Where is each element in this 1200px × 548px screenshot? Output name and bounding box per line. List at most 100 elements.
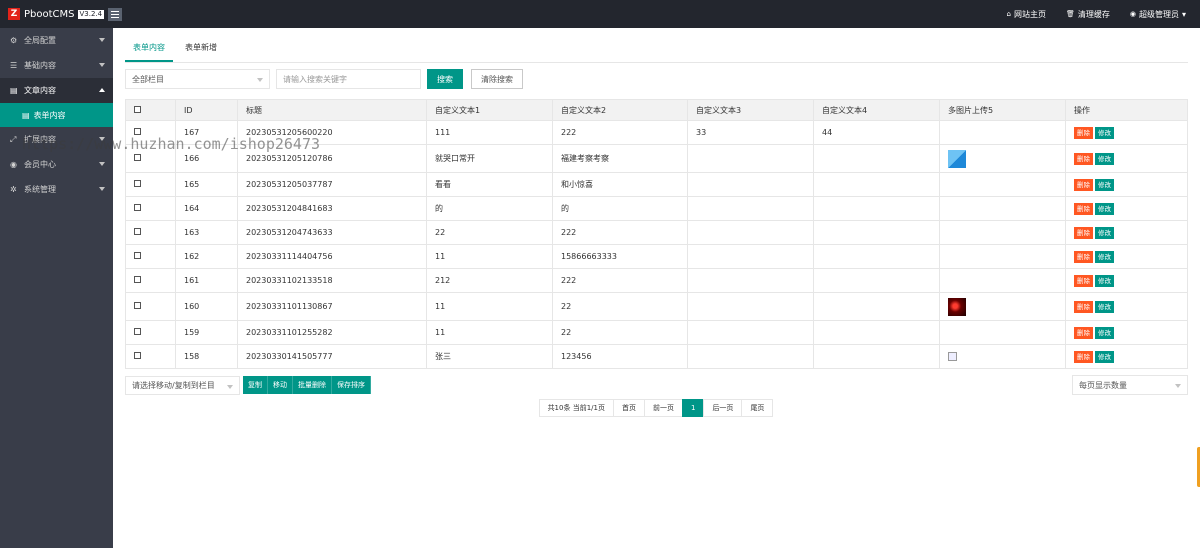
cell-text1: 张三 [426, 344, 553, 369]
sidebar: ⚙ 全局配置 ☰ 基础内容 ▤ 文章内容 ▤ 表单内容 ⤢ 扩展内容 ◉ 会员中… [0, 28, 113, 548]
sidebar-item-system-manage[interactable]: ✲ 系统管理 [0, 177, 113, 202]
column-header: 多图片上传5 [939, 99, 1066, 121]
cell-id: 159 [175, 320, 238, 345]
prev-page-button[interactable]: 前一页 [643, 399, 683, 417]
sidebar-item-member-center[interactable]: ◉ 会员中心 [0, 152, 113, 177]
row-checkbox[interactable] [134, 204, 141, 211]
delete-button[interactable]: 删除 [1074, 178, 1093, 191]
cell-text4 [813, 344, 940, 369]
sidebar-item-global-config[interactable]: ⚙ 全局配置 [0, 28, 113, 53]
chevron-down-icon [227, 384, 233, 389]
cell-images [939, 196, 1066, 221]
cell-text4 [813, 292, 940, 321]
move-copy-select[interactable]: 请选择移动/复制到栏目 [125, 375, 240, 395]
cell-actions: 删除 修改 [1065, 344, 1188, 369]
last-page-button[interactable]: 尾页 [741, 399, 774, 417]
chevron-down-icon [99, 187, 105, 191]
app-name: PbootCMS [24, 8, 75, 20]
edit-button[interactable]: 修改 [1095, 250, 1114, 263]
edit-button[interactable]: 修改 [1095, 326, 1114, 339]
cell-text2: 222 [552, 120, 688, 145]
sidebar-item-extend-content[interactable]: ⤢ 扩展内容 [0, 127, 113, 152]
cell-text2: 15866663333 [552, 244, 688, 269]
cell-text1: 212 [426, 268, 553, 293]
edit-button[interactable]: 修改 [1095, 202, 1114, 215]
edit-button[interactable]: 修改 [1095, 152, 1114, 165]
delete-button[interactable]: 删除 [1074, 274, 1093, 287]
row-checkbox[interactable] [134, 352, 141, 359]
tab-form-content[interactable]: 表单内容 [125, 42, 173, 62]
row-checkbox[interactable] [134, 154, 141, 161]
delete-button[interactable]: 删除 [1074, 300, 1093, 313]
move-button[interactable]: 移动 [268, 376, 293, 394]
user-menu[interactable]: ◉ 超级管理员 ▾ [1130, 9, 1186, 20]
row-checkbox[interactable] [134, 128, 141, 135]
column-header: 标题 [237, 99, 427, 121]
sidebar-item-article-content[interactable]: ▤ 文章内容 [0, 78, 113, 103]
sidebar-item-basic-content[interactable]: ☰ 基础内容 [0, 53, 113, 78]
row-checkbox[interactable] [134, 180, 141, 187]
cell-images [939, 172, 1066, 197]
cell-text3 [687, 220, 814, 245]
delete-button[interactable]: 删除 [1074, 126, 1093, 139]
per-page-select[interactable]: 每页显示数量 [1072, 375, 1188, 395]
cell-text3 [687, 268, 814, 293]
edit-button[interactable]: 修改 [1095, 350, 1114, 363]
current-page-button[interactable]: 1 [681, 399, 705, 417]
edit-button[interactable]: 修改 [1095, 126, 1114, 139]
column-select[interactable]: 全部栏目 [125, 69, 270, 89]
delete-button[interactable]: 删除 [1074, 326, 1093, 339]
row-checkbox[interactable] [134, 276, 141, 283]
edit-button[interactable]: 修改 [1095, 226, 1114, 239]
cell-text3 [687, 320, 814, 345]
row-checkbox[interactable] [134, 252, 141, 259]
copy-button[interactable]: 复制 [243, 376, 268, 394]
sidebar-subitem-form-content[interactable]: ▤ 表单内容 [0, 103, 113, 127]
site-home-link[interactable]: ⌂ 网站主页 [1007, 9, 1046, 20]
clear-cache-link[interactable]: 🗑 清理缓存 [1066, 9, 1110, 20]
row-checkbox[interactable] [134, 228, 141, 235]
table-row: 160 20230331101130867 11 22 删除 修改 [125, 292, 1188, 321]
main-content: 表单内容 表单新增 全部栏目 搜索 清除搜索 ID 标题 自定义文本1 自定义文… [113, 28, 1200, 548]
bulk-actions-bar: 请选择移动/复制到栏目 复制 移动 批量删除 保存排序 每页显示数量 [125, 375, 1188, 395]
clear-search-button[interactable]: 清除搜索 [471, 69, 523, 89]
user-icon: ◉ [10, 160, 17, 169]
first-page-button[interactable]: 首页 [612, 399, 645, 417]
delete-button[interactable]: 删除 [1074, 250, 1093, 263]
search-button[interactable]: 搜索 [427, 69, 463, 89]
cell-actions: 删除 修改 [1065, 220, 1188, 245]
cell-text1: 的 [426, 196, 553, 221]
select-all-checkbox[interactable] [134, 105, 141, 113]
chevron-down-icon [99, 38, 105, 42]
menu-toggle-icon[interactable] [108, 7, 122, 21]
table-row: 164 20230531204841683 的的删除 修改 [125, 196, 1188, 221]
logo[interactable]: Z PbootCMS V3.2.4 [0, 8, 108, 20]
edit-button[interactable]: 修改 [1095, 274, 1114, 287]
cell-text3: 33 [687, 120, 814, 145]
table-row: 165 20230531205037787 看看 和小惊喜 删除 修改 [125, 172, 1188, 197]
logo-mark-icon: Z [8, 8, 20, 20]
cell-images [939, 244, 1066, 269]
uploaded-image-thumbnail[interactable] [948, 297, 966, 316]
row-checkbox[interactable] [134, 328, 141, 335]
delete-button[interactable]: 删除 [1074, 226, 1093, 239]
search-input[interactable] [276, 69, 421, 89]
delete-button[interactable]: 删除 [1074, 152, 1093, 165]
cell-title: 20230331101130867 [237, 292, 427, 321]
cell-text1: 22 [426, 220, 553, 245]
cell-id: 161 [175, 268, 238, 293]
row-checkbox[interactable] [134, 302, 141, 309]
save-sort-button[interactable]: 保存排序 [332, 376, 371, 394]
tab-form-add[interactable]: 表单新增 [177, 42, 225, 62]
cell-text4 [813, 196, 940, 221]
uploaded-image-thumbnail[interactable] [948, 149, 966, 168]
edit-button[interactable]: 修改 [1095, 178, 1114, 191]
batch-delete-button[interactable]: 批量删除 [293, 376, 332, 394]
cell-id: 167 [175, 120, 238, 145]
chevron-down-icon [99, 162, 105, 166]
next-page-button[interactable]: 后一页 [703, 399, 743, 417]
delete-button[interactable]: 删除 [1074, 350, 1093, 363]
broken-image-icon[interactable] [948, 352, 957, 361]
delete-button[interactable]: 删除 [1074, 202, 1093, 215]
edit-button[interactable]: 修改 [1095, 300, 1114, 313]
